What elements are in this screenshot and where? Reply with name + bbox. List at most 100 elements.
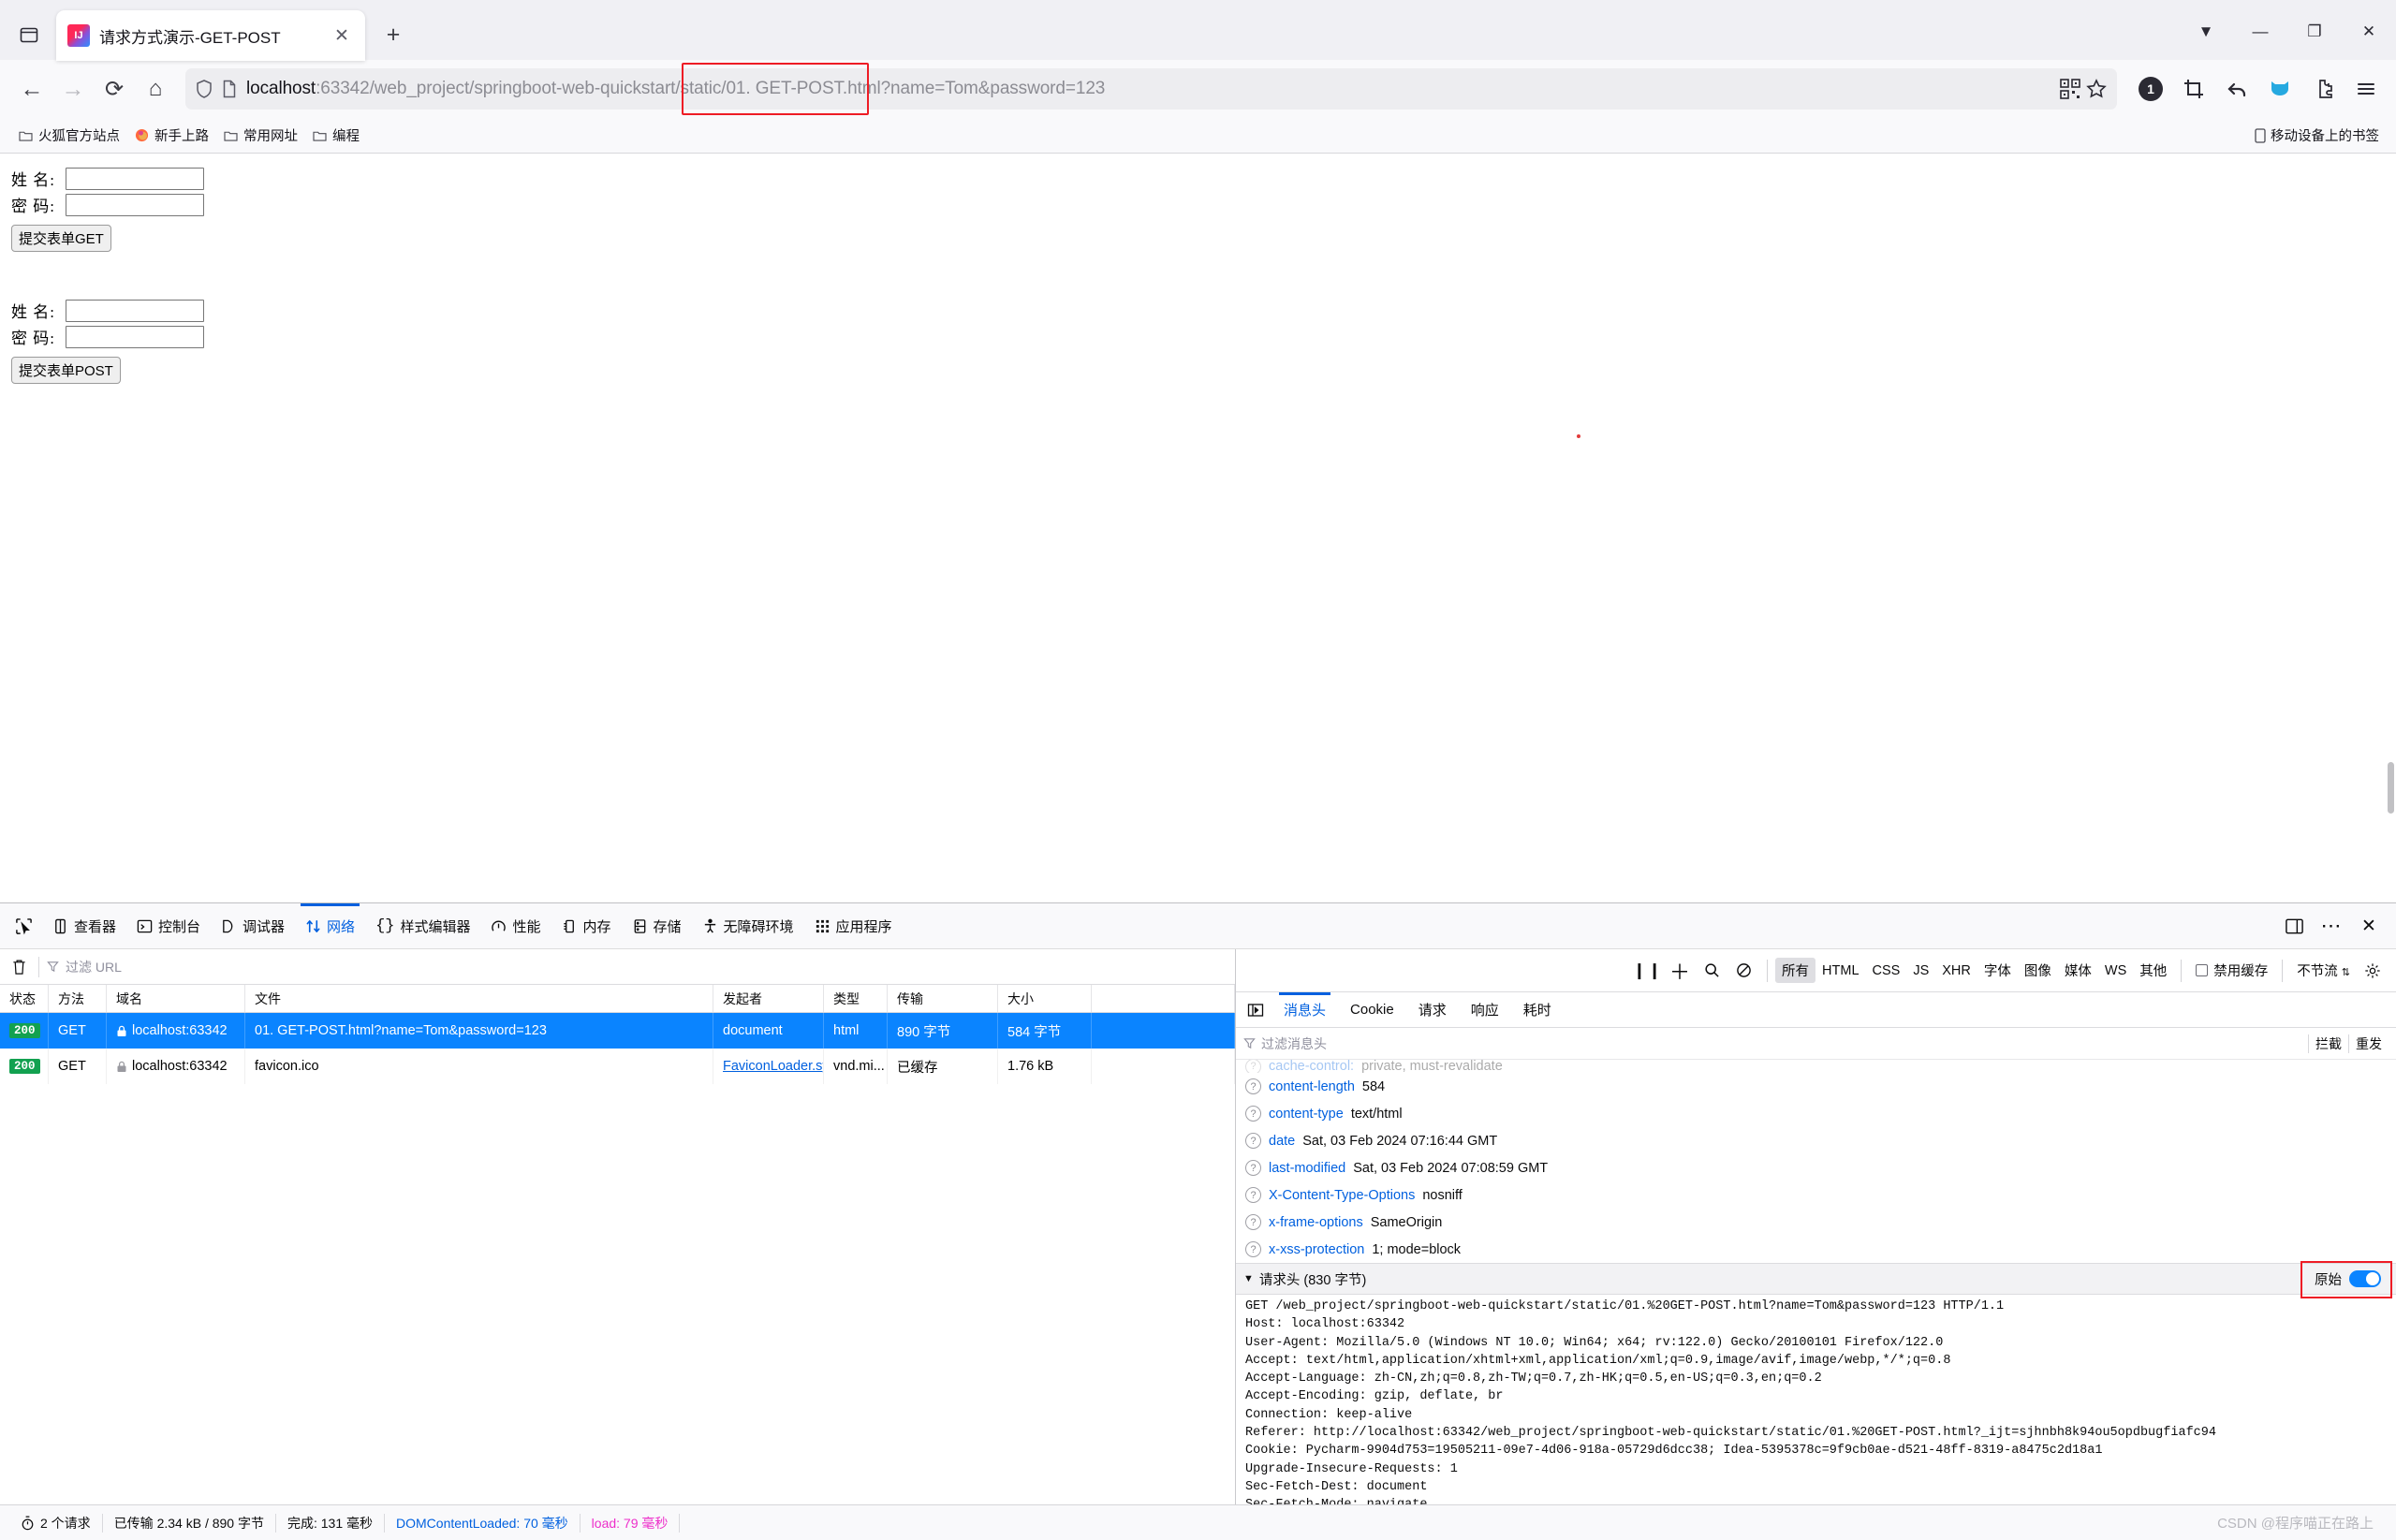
request-headers-section[interactable]: ▼ 请求头 (830 字节) 原始: [1236, 1263, 2396, 1295]
devtools-more-icon[interactable]: ⋯: [2314, 908, 2349, 944]
col-method[interactable]: 方法: [49, 985, 107, 1012]
devtools-picker-button[interactable]: [6, 903, 42, 948]
cat-extension-icon[interactable]: [2261, 70, 2299, 108]
help-icon[interactable]: ?: [1245, 1241, 1261, 1257]
filter-css[interactable]: CSS: [1866, 961, 1907, 981]
screenshot-crop-icon[interactable]: [2175, 70, 2212, 108]
extensions-puzzle-icon[interactable]: [2304, 70, 2342, 108]
disable-cache-checkbox[interactable]: 禁用缓存: [2189, 958, 2274, 983]
page-info-icon[interactable]: [222, 80, 237, 98]
table-row[interactable]: 200 GET localhost:63342 favicon.ico: [0, 1049, 1235, 1084]
filter-image[interactable]: 图像: [2018, 958, 2058, 983]
qrcode-icon[interactable]: [2059, 78, 2081, 100]
back-button[interactable]: ←: [11, 68, 52, 110]
bookmark-item-3[interactable]: 编程: [305, 122, 367, 149]
devtools-close-icon[interactable]: ✕: [2351, 908, 2387, 944]
col-domain[interactable]: 域名: [107, 985, 245, 1012]
tab-network[interactable]: 网络: [295, 903, 365, 948]
filter-ws[interactable]: WS: [2098, 961, 2133, 981]
headers-scroll-area[interactable]: ? cache-control: private, must-revalidat…: [1236, 1060, 2396, 1504]
help-icon[interactable]: ?: [1245, 1078, 1261, 1094]
help-icon[interactable]: ?: [1245, 1133, 1261, 1149]
get-name-input[interactable]: [66, 168, 204, 190]
tab-request[interactable]: 请求: [1406, 992, 1459, 1027]
expand-panel-icon[interactable]: [1240, 994, 1271, 1026]
help-icon[interactable]: ?: [1245, 1214, 1261, 1230]
filter-xhr[interactable]: XHR: [1935, 961, 1977, 981]
reload-button[interactable]: ⟳: [94, 68, 135, 110]
mobile-bookmarks-item[interactable]: 移动设备上的书签: [2255, 125, 2385, 145]
filter-media[interactable]: 媒体: [2058, 958, 2098, 983]
filter-js[interactable]: JS: [1906, 961, 1935, 981]
col-file[interactable]: 文件: [245, 985, 713, 1012]
post-name-input[interactable]: [66, 300, 204, 322]
tab-list-dropdown-icon[interactable]: ▼: [2179, 7, 2233, 56]
home-button[interactable]: ⌂: [135, 68, 176, 110]
tab-timings[interactable]: 耗时: [1511, 992, 1564, 1027]
tab-console[interactable]: 控制台: [126, 903, 211, 948]
browser-tab[interactable]: 请求方式演示-GET-POST ✕: [56, 10, 365, 61]
get-password-input[interactable]: [66, 194, 204, 216]
filter-all[interactable]: 所有: [1775, 958, 1815, 983]
tab-inspector[interactable]: 查看器: [42, 903, 126, 948]
tab-memory[interactable]: 内存: [551, 903, 622, 948]
tab-storage[interactable]: 存储: [622, 903, 692, 948]
bookmark-item-1[interactable]: 新手上路: [127, 122, 216, 149]
bookmark-item-2[interactable]: 常用网址: [216, 122, 305, 149]
table-row[interactable]: 200 GET localhost:63342 01. GET-POST.htm…: [0, 1013, 1235, 1049]
block-button[interactable]: 拦截: [2308, 1034, 2348, 1053]
tab-response[interactable]: 响应: [1459, 992, 1511, 1027]
help-icon[interactable]: ?: [1245, 1160, 1261, 1176]
filter-html[interactable]: HTML: [1815, 961, 1865, 981]
col-transfer[interactable]: 传输: [888, 985, 998, 1012]
shield-icon[interactable]: [195, 79, 213, 99]
undo-arrow-icon[interactable]: [2218, 70, 2256, 108]
block-requests-icon[interactable]: [1727, 955, 1759, 987]
tab-headers[interactable]: 消息头: [1271, 992, 1338, 1027]
bookmark-star-icon[interactable]: [2085, 78, 2108, 100]
post-password-input[interactable]: [66, 326, 204, 348]
minimize-button[interactable]: —: [2233, 7, 2287, 56]
bookmark-item-0[interactable]: 火狐官方站点: [11, 122, 127, 149]
col-waterfall[interactable]: [1092, 985, 1235, 1012]
row-initiator: document: [713, 1013, 824, 1049]
col-initiator[interactable]: 发起者: [713, 985, 824, 1012]
col-status[interactable]: 状态: [0, 985, 49, 1012]
col-size[interactable]: 大小: [998, 985, 1092, 1012]
tab-style-editor[interactable]: {} 样式编辑器: [365, 903, 480, 948]
row-initiator-link[interactable]: FaviconLoader.sys...: [723, 1059, 824, 1074]
row-initiator[interactable]: FaviconLoader.sys...: [713, 1049, 824, 1084]
tab-application[interactable]: 应用程序: [804, 903, 903, 948]
tab-list-icon[interactable]: [9, 15, 49, 54]
notification-badge-icon[interactable]: 1: [2132, 70, 2169, 108]
pause-icon[interactable]: ❙❙: [1632, 955, 1664, 987]
throttle-select[interactable]: 不节流 ⇅: [2290, 958, 2357, 983]
submit-get-button[interactable]: 提交表单GET: [11, 225, 111, 252]
network-url-filter[interactable]: 过滤 URL: [47, 958, 1227, 976]
submit-post-button[interactable]: 提交表单POST: [11, 357, 121, 384]
tab-debugger[interactable]: 调试器: [211, 903, 295, 948]
tab-performance[interactable]: 性能: [480, 903, 551, 948]
resend-button[interactable]: 重发: [2348, 1034, 2389, 1053]
help-icon[interactable]: ?: [1245, 1187, 1261, 1203]
window-close-button[interactable]: ✕: [2342, 7, 2396, 56]
app-menu-icon[interactable]: [2347, 70, 2385, 108]
forward-button[interactable]: →: [52, 68, 94, 110]
maximize-button[interactable]: ❐: [2287, 7, 2342, 56]
tab-accessibility[interactable]: 无障碍环境: [692, 903, 804, 948]
help-icon[interactable]: ?: [1245, 1106, 1261, 1122]
dock-layout-icon[interactable]: [2276, 908, 2312, 944]
filter-other[interactable]: 其他: [2133, 958, 2173, 983]
col-type[interactable]: 类型: [824, 985, 888, 1012]
search-icon[interactable]: [1696, 955, 1727, 987]
tab-cookie[interactable]: Cookie: [1338, 992, 1406, 1027]
page-scrollbar-thumb[interactable]: [2388, 762, 2394, 814]
filter-font[interactable]: 字体: [1977, 958, 2018, 983]
gear-icon[interactable]: [2357, 955, 2389, 987]
close-icon[interactable]: ✕: [330, 23, 354, 48]
headers-filter-placeholder[interactable]: 过滤消息头: [1261, 1034, 1327, 1053]
address-bar[interactable]: localhost:63342/web_project/springboot-w…: [185, 68, 2117, 110]
trash-icon[interactable]: [7, 959, 31, 975]
new-tab-button[interactable]: +: [375, 16, 412, 53]
add-request-icon[interactable]: ＋: [1664, 955, 1696, 987]
